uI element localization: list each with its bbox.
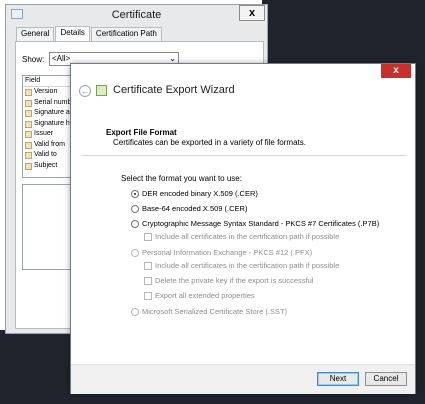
pfx-delete-checkbox[interactable] bbox=[144, 277, 152, 285]
format-prompt: Select the format you want to use: bbox=[121, 174, 242, 183]
cancel-button[interactable]: Cancel bbox=[365, 372, 407, 386]
der-radio[interactable] bbox=[131, 190, 139, 198]
pfx-export-ext-label: Export all extended properties bbox=[155, 291, 255, 300]
field-icon bbox=[25, 141, 32, 149]
divider bbox=[81, 155, 407, 156]
base64-label: Base-64 encoded X.509 (.CER) bbox=[142, 204, 248, 213]
wizard-title: Certificate Export Wizard bbox=[113, 84, 235, 96]
pfx-export-ext-checkbox[interactable] bbox=[144, 292, 152, 300]
export-wizard-dialog: x ← Certificate Export Wizard Export Fil… bbox=[70, 63, 416, 394]
field-icon bbox=[25, 162, 32, 170]
tab-details[interactable]: Details bbox=[55, 26, 90, 42]
section-subtitle: Certificates can be exported in a variet… bbox=[113, 138, 306, 147]
pfx-radio[interactable] bbox=[131, 249, 139, 257]
der-label: DER encoded binary X.509 (.CER) bbox=[142, 189, 258, 198]
tab-certification-path[interactable]: Certification Path bbox=[90, 27, 162, 41]
sst-label: Microsoft Serialized Certificate Store (… bbox=[142, 307, 288, 316]
pkcs7-include-checkbox[interactable] bbox=[144, 233, 152, 241]
field-icon bbox=[25, 99, 32, 107]
tab-general[interactable]: General bbox=[16, 27, 55, 41]
certificate-title: Certificate bbox=[111, 9, 162, 21]
field-icon bbox=[25, 131, 32, 138]
base64-radio[interactable] bbox=[131, 205, 139, 213]
pkcs7-radio[interactable] bbox=[131, 220, 139, 228]
pfx-label: Personal Information Exchange - PKCS #12… bbox=[142, 248, 313, 257]
field-icon bbox=[25, 89, 32, 96]
field-icon bbox=[25, 110, 32, 117]
back-arrow-icon[interactable]: ← bbox=[79, 85, 91, 97]
show-dropdown-value: <All> bbox=[52, 54, 71, 63]
pkcs7-include-label: Include all certificates in the certific… bbox=[155, 232, 340, 241]
next-button[interactable]: Next bbox=[317, 372, 359, 386]
certificate-export-icon bbox=[96, 85, 107, 96]
pfx-delete-label: Delete the private key if the export is … bbox=[155, 276, 314, 285]
pfx-include-checkbox[interactable] bbox=[144, 262, 152, 270]
show-label: Show: bbox=[22, 55, 45, 64]
wizard-close-button[interactable]: x bbox=[381, 64, 411, 78]
field-icon bbox=[25, 152, 32, 159]
pkcs7-label: Cryptographic Message Syntax Standard - … bbox=[142, 219, 380, 228]
pfx-include-label: Include all certificates in the certific… bbox=[155, 261, 340, 270]
certificate-close-button[interactable]: x bbox=[239, 5, 265, 21]
sst-radio[interactable] bbox=[131, 308, 139, 316]
certificate-tabs: General Details Certification Path bbox=[16, 26, 163, 42]
field-icon bbox=[25, 120, 32, 128]
wizard-titlebar: x ← Certificate Export Wizard bbox=[71, 64, 415, 107]
certificate-titlebar: Certificate x bbox=[6, 5, 267, 25]
section-title: Export File Format bbox=[106, 128, 177, 137]
wizard-footer: Next Cancel bbox=[71, 364, 415, 394]
